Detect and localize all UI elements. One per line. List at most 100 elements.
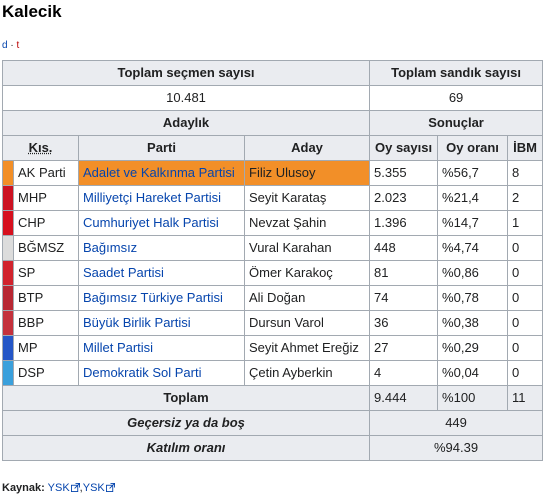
party-abbr: BBP — [13, 310, 79, 336]
candidate-name: Seyit Karataş — [243, 185, 371, 211]
party-link[interactable]: Millet Partisi — [83, 340, 153, 355]
invalid-votes-label: Geçersiz ya da boş — [1, 410, 371, 436]
ibm-count: 2 — [507, 185, 544, 211]
invalid-votes-value: 449 — [369, 410, 544, 436]
party-link[interactable]: Cumhuriyet Halk Partisi — [83, 215, 219, 230]
candidate-name: Vural Karahan — [243, 235, 371, 261]
party-row: DSP Demokratik Sol Parti Çetin Ayberkin 4 %0… — [2, 360, 544, 386]
candidate-name: Nevzat Şahin — [243, 210, 371, 236]
party-row: BTP Bağımsız Türkiye Partisi Ali Doğan 74 %0… — [2, 285, 544, 311]
col-abbr-header: Kıs. — [2, 135, 79, 161]
vote-count: 4 — [369, 360, 439, 386]
vote-share: %0,38 — [437, 310, 509, 336]
view-link[interactable]: d — [2, 40, 8, 51]
party-row: AK Parti Adalet ve Kalkınma Partisi Filiz … — [2, 160, 544, 186]
election-results-table: Toplam seçmen sayısı Toplam sandık sayıs… — [1, 60, 544, 461]
ibm-count: 0 — [507, 235, 544, 261]
party-color-swatch — [2, 235, 14, 261]
navbox-links: d · t — [2, 40, 19, 52]
vote-count: 36 — [369, 310, 439, 336]
party-link[interactable]: Büyük Birlik Partisi — [83, 315, 191, 330]
party-name-cell: Millet Partisi — [78, 335, 245, 361]
invalid-votes-row: Geçersiz ya da boş 449 — [1, 410, 544, 436]
party-abbr: MP — [13, 335, 79, 361]
abbr-header-text: Kıs. — [28, 140, 53, 155]
source-link-ysk-2[interactable]: YSK — [83, 482, 115, 494]
party-color-swatch — [2, 360, 14, 386]
party-row: MP Millet Partisi Seyit Ahmet Ereğiz 27 %0,2… — [2, 335, 544, 361]
vote-count: 5.355 — [369, 160, 439, 186]
party-row: CHP Cumhuriyet Halk Partisi Nevzat Şahin 1.… — [2, 210, 544, 236]
col-pct-header: Oy oranı — [437, 135, 509, 161]
candidate-name: Seyit Ahmet Ereğiz — [243, 335, 371, 361]
party-color-swatch — [2, 185, 14, 211]
vote-share: %0,78 — [437, 285, 509, 311]
party-name-cell: Demokratik Sol Parti — [78, 360, 245, 386]
source-link-1-text: YSK — [47, 482, 70, 494]
total-pct: %100 — [437, 385, 509, 411]
vote-share: %0,29 — [437, 335, 509, 361]
ibm-count: 0 — [507, 310, 544, 336]
source-line: Kaynak: YSK ,YSK — [2, 482, 115, 494]
party-abbr: BĞMSZ — [13, 235, 79, 261]
party-link[interactable]: Demokratik Sol Parti — [83, 365, 201, 380]
party-color-swatch — [2, 335, 14, 361]
ibm-count: 0 — [507, 360, 544, 386]
party-name-cell: Adalet ve Kalkınma Partisi — [78, 160, 245, 186]
vote-share: %14,7 — [437, 210, 509, 236]
col-candidate-header: Aday — [243, 135, 371, 161]
totals-row: Toplam 9.444 %100 11 — [1, 385, 544, 411]
party-abbr: AK Parti — [13, 160, 79, 186]
vote-share: %0,04 — [437, 360, 509, 386]
total-voters-value: 10.481 — [1, 85, 371, 111]
vote-count: 81 — [369, 260, 439, 286]
party-color-swatch — [2, 160, 14, 186]
party-name-cell: Cumhuriyet Halk Partisi — [78, 210, 245, 236]
external-link-icon — [70, 483, 80, 492]
results-header: Sonuçlar — [369, 110, 544, 136]
party-link[interactable]: Saadet Partisi — [83, 265, 164, 280]
ibm-count: 8 — [507, 160, 544, 186]
party-color-swatch — [2, 210, 14, 236]
page-title: Kalecik — [2, 2, 62, 21]
ibm-count: 0 — [507, 260, 544, 286]
party-abbr: DSP — [13, 360, 79, 386]
party-name-cell: Milliyetçi Hareket Partisi — [78, 185, 245, 211]
col-party-header: Parti — [78, 135, 245, 161]
candidate-name: Ömer Karakoç — [243, 260, 371, 286]
party-row: BĞMSZ Bağımsız Vural Karahan 448 %4,74 0 — [2, 235, 544, 261]
vote-count: 2.023 — [369, 185, 439, 211]
candidacy-header: Adaylık — [1, 110, 371, 136]
party-color-swatch — [2, 285, 14, 311]
candidate-name: Ali Doğan — [243, 285, 371, 311]
external-link-icon — [105, 483, 115, 492]
vote-share: %21,4 — [437, 185, 509, 211]
ibm-count: 0 — [507, 285, 544, 311]
party-color-swatch — [2, 310, 14, 336]
party-link[interactable]: Bağımsız — [83, 240, 137, 255]
party-link[interactable]: Adalet ve Kalkınma Partisi — [83, 165, 235, 180]
vote-share: %0,86 — [437, 260, 509, 286]
vote-count: 1.396 — [369, 210, 439, 236]
party-abbr: BTP — [13, 285, 79, 311]
party-row: SP Saadet Partisi Ömer Karakoç 81 %0,86 0 — [2, 260, 544, 286]
col-ibm-header: İBM — [507, 135, 544, 161]
totals-label: Toplam — [1, 385, 371, 411]
source-link-ysk-1[interactable]: YSK — [48, 482, 80, 494]
vote-share: %56,7 — [437, 160, 509, 186]
vote-count: 448 — [369, 235, 439, 261]
party-abbr: SP — [13, 260, 79, 286]
party-link[interactable]: Milliyetçi Hareket Partisi — [83, 190, 221, 205]
candidate-name: Dursun Varol — [243, 310, 371, 336]
ibm-count: 0 — [507, 335, 544, 361]
turnout-label: Katılım oranı — [1, 435, 371, 461]
col-votes-header: Oy sayısı — [369, 135, 439, 161]
party-name-cell: Büyük Birlik Partisi — [78, 310, 245, 336]
talk-link[interactable]: t — [16, 40, 19, 51]
party-color-swatch — [2, 260, 14, 286]
party-abbr: CHP — [13, 210, 79, 236]
candidate-name: Filiz Ulusoy — [243, 160, 371, 186]
candidate-name: Çetin Ayberkin — [243, 360, 371, 386]
party-link[interactable]: Bağımsız Türkiye Partisi — [83, 290, 223, 305]
total-boxes-value: 69 — [369, 85, 544, 111]
